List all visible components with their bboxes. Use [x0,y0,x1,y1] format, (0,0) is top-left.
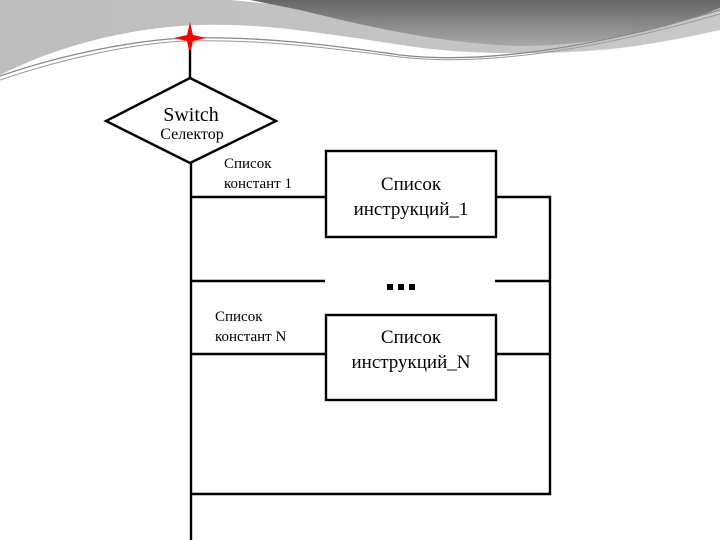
action-box-n-line2: инструкций_N [351,352,470,373]
ellipsis-dot [387,284,393,290]
action-box-n-line1: Список [381,327,442,348]
decision-title: Switch [163,104,219,126]
ellipsis-dots [387,284,415,290]
case-label-n-line1: Список [215,309,263,325]
decision-subtitle: Селектор [160,126,223,143]
ellipsis-dot [409,284,415,290]
case-label-n-line2: констант N [215,329,286,345]
action-box-1-line2: инструкций_1 [354,199,469,220]
header-banner [0,0,720,540]
case-label-1-line1: Список [224,156,272,172]
case-label-1-line2: констант 1 [224,176,292,192]
action-box-1-line1: Список [381,174,442,195]
banner-white-body [0,26,720,540]
ellipsis-dot [398,284,404,290]
diagram-canvas: Switch Селектор Список констант 1 Список… [0,0,720,540]
